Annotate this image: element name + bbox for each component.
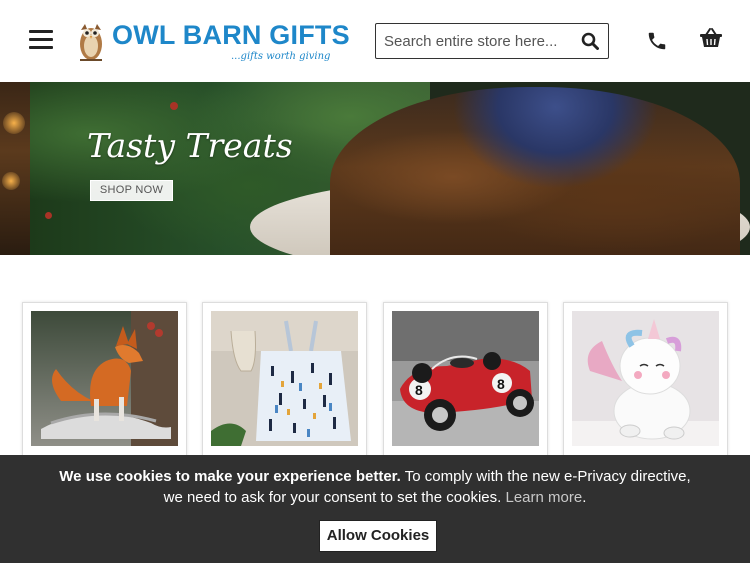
product-image-unicorn <box>572 311 719 446</box>
site-logo[interactable]: OWL BARN GIFTS ...gifts worth giving <box>76 20 350 66</box>
banner-berry <box>45 212 52 219</box>
product-card[interactable] <box>22 302 187 462</box>
banner-christmas-pudding <box>330 87 740 255</box>
banner-left-strip <box>0 82 30 255</box>
product-image-race-car: 8 8 <box>392 311 539 446</box>
banner-bokeh-light <box>3 112 25 134</box>
basket-icon[interactable] <box>699 27 723 49</box>
phone-icon[interactable] <box>646 30 668 52</box>
cookie-message: We use cookies to make your experience b… <box>50 466 700 508</box>
svg-text:8: 8 <box>415 382 423 398</box>
hero-banner[interactable]: Tasty Treats SHOP NOW <box>0 82 750 255</box>
banner-berry <box>170 102 178 110</box>
logo-tagline: ...gifts worth giving <box>231 51 331 62</box>
owl-logo-icon <box>80 24 102 61</box>
page: OWL BARN GIFTS ...gifts worth giving Sea… <box>0 0 750 563</box>
product-card[interactable] <box>202 302 367 462</box>
search-input[interactable] <box>384 30 574 52</box>
product-card[interactable] <box>563 302 728 462</box>
logo-title: OWL BARN GIFTS <box>112 20 350 50</box>
product-grid: 8 8 <box>22 302 732 462</box>
search-box <box>375 23 609 59</box>
site-header: OWL BARN GIFTS ...gifts worth giving <box>0 0 750 82</box>
cookie-message-period: . <box>582 489 587 506</box>
svg-text:8: 8 <box>497 376 505 392</box>
product-image-fox <box>31 311 178 446</box>
product-image-tote-bag <box>211 311 358 446</box>
search-icon[interactable] <box>581 32 599 50</box>
banner-title: Tasty Treats <box>87 126 293 165</box>
learn-more-link[interactable]: Learn more <box>505 489 582 506</box>
cookie-message-bold: We use cookies to make your experience b… <box>59 468 401 485</box>
product-card[interactable]: 8 8 <box>383 302 548 462</box>
shop-now-button[interactable]: SHOP NOW <box>90 180 173 201</box>
hamburger-menu-icon[interactable] <box>29 30 53 50</box>
allow-cookies-button[interactable]: Allow Cookies <box>319 520 437 552</box>
banner-bokeh-light <box>2 172 20 190</box>
cookie-consent-bar: We use cookies to make your experience b… <box>0 455 750 563</box>
